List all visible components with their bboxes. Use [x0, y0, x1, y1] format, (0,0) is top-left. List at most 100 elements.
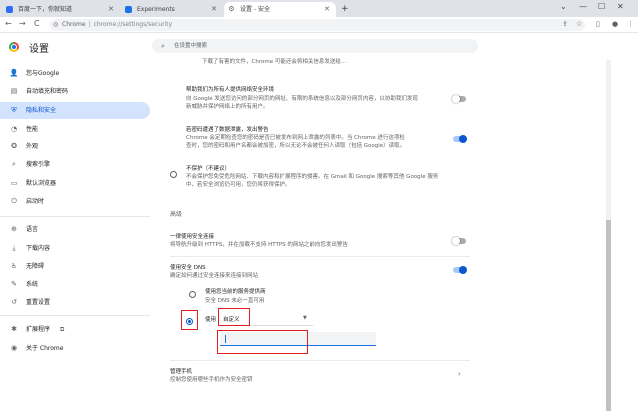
secure-dns-desc: 确定如何通过安全连接来连接到网站: [170, 273, 259, 279]
tab-settings-security[interactable]: ⚙ 设置 - 安全 ✕: [224, 2, 336, 17]
address-bar[interactable]: ◎ Chrome | chrome://settings/security: [50, 19, 585, 31]
sidebar-item-privacy[interactable]: ⛨ 隐私和安全: [0, 102, 150, 119]
close-tab-icon[interactable]: ✕: [324, 2, 330, 17]
maximize-icon[interactable]: ☐: [598, 0, 605, 14]
experiments-icon: [125, 6, 132, 13]
manage-phones-title[interactable]: 管理手机: [170, 368, 192, 376]
share-icon[interactable]: ⇪: [562, 20, 568, 28]
url-text: chrome://settings/security: [93, 21, 173, 28]
menu-icon[interactable]: ⋮: [627, 20, 634, 28]
baidu-paw-icon: [6, 6, 13, 13]
current-provider-radio[interactable]: [189, 291, 196, 298]
sidebar-item-extensions[interactable]: ✱ 扩展程序 ⧉: [0, 321, 150, 338]
scrollbar-thumb[interactable]: [606, 220, 611, 411]
gauge-icon: ◔: [10, 125, 18, 133]
current-provider-desc: 安全 DNS 未必一直可用: [205, 298, 265, 304]
sidebar-item-you-and-google[interactable]: 👤 您与Google: [0, 65, 150, 82]
divider: [170, 256, 470, 257]
https-toggle[interactable]: [452, 237, 466, 245]
sidebar-item-on-startup[interactable]: ⏻ 启动时: [0, 193, 150, 210]
settings-search-input[interactable]: ⌕ 在设置中搜索: [152, 39, 478, 53]
site-label: Chrome: [62, 21, 86, 28]
sidebar-item-performance[interactable]: ◔ 性能: [0, 121, 150, 138]
close-tab-icon[interactable]: ✕: [211, 2, 217, 17]
password-leak-title: 若密码遭遇了数据泄露，发出警告: [186, 127, 269, 133]
browser-icon: ▭: [10, 179, 18, 187]
shield-icon: ⛨: [11, 106, 17, 114]
forward-icon[interactable]: →: [19, 19, 26, 28]
search-icon: ⌕: [12, 160, 16, 168]
power-icon: ⏻: [11, 197, 17, 205]
tab-label: 百度一下，你就知道: [18, 6, 73, 13]
divider: [170, 360, 470, 361]
tab-label: Experiments: [137, 6, 175, 13]
side-panel-icon[interactable]: ▯: [596, 20, 600, 28]
help-secure-desc-2: 新威胁并保护网络上的所有用户。: [186, 104, 269, 110]
help-secure-toggle[interactable]: [452, 95, 466, 103]
password-leak-toggle[interactable]: [453, 135, 467, 143]
globe-icon: ⊕: [11, 225, 17, 233]
no-protection-desc-2: 中，若安全浏览仍可用，您仍将获得保护。: [186, 182, 291, 188]
no-protection-title: 不保护（不建议）: [186, 166, 231, 172]
tab-label: 设置 - 安全: [240, 6, 270, 13]
close-tab-icon[interactable]: ✕: [108, 2, 114, 17]
tab-search-icon[interactable]: ⌄: [560, 0, 567, 14]
gear-icon: ⚙: [228, 5, 235, 13]
puzzle-icon: ✱: [11, 325, 17, 333]
close-window-icon[interactable]: ✕: [617, 0, 624, 14]
no-protection-radio[interactable]: [170, 171, 177, 178]
sidebar-divider: [0, 315, 150, 316]
sidebar-divider: [0, 216, 150, 217]
manage-phones-desc: 控制您使用哪些手机作为安全密钥: [170, 377, 253, 383]
https-title: 一律使用安全连接: [170, 234, 215, 240]
sidebar-item-search-engine[interactable]: ⌕ 搜索引擎: [0, 156, 150, 173]
download-icon: ⤓: [12, 244, 16, 252]
clipboard-icon: ▤: [10, 87, 18, 95]
chrome-icon: ◉: [10, 344, 18, 352]
advanced-heading: 高级: [170, 211, 183, 218]
new-tab-button[interactable]: +: [338, 2, 352, 17]
current-provider-title: 使用您当前的服务提供商: [205, 289, 266, 295]
help-secure-title: 帮助我们为所有人提供网络安全环境: [186, 87, 275, 93]
secure-dns-toggle[interactable]: [453, 266, 467, 274]
wrench-icon: ✎: [11, 280, 17, 288]
sidebar-item-system[interactable]: ✎ 系统: [0, 276, 150, 293]
security-settings-card: [163, 60, 607, 411]
https-desc: 将导航升级到 HTTPS，并在加载不支持 HTTPS 的网站之前向您发出警告: [170, 242, 348, 248]
palette-icon: ✪: [11, 142, 17, 150]
secure-dns-title: 使用安全 DNS: [170, 265, 206, 271]
reset-icon: ↺: [11, 298, 17, 306]
profile-icon[interactable]: ●: [612, 20, 618, 28]
sidebar-item-default-browser[interactable]: ▭ 默认浏览器: [0, 175, 150, 192]
sidebar-item-downloads[interactable]: ⤓ 下载内容: [0, 240, 150, 257]
reload-icon[interactable]: C: [34, 19, 40, 28]
external-link-icon: ⧉: [60, 326, 65, 333]
dropdown-arrow-icon: ▼: [303, 315, 307, 321]
password-leak-desc: Chrome 会定期检查您的密码是否已被发布到网上泄露的列表中。当 Chrome…: [186, 135, 405, 141]
password-leak-desc-2: 查时，您的密码和用户名都会被加密，所以无论不会被任何人读取（包括 Google）…: [186, 143, 406, 149]
bookmark-star-icon[interactable]: ☆: [576, 20, 582, 28]
back-icon[interactable]: ←: [5, 19, 12, 28]
sidebar-item-reset[interactable]: ↺ 重置设置: [0, 294, 150, 311]
highlight-box-select: [218, 308, 250, 326]
sidebar-item-accessibility[interactable]: ♿ 无障碍: [0, 258, 150, 275]
help-secure-desc: 向 Google 发送您访问的部分网页的网址、有限的系统信息以及部分网页内容，以…: [186, 96, 418, 102]
no-protection-desc: 不会保护您免受危险网站、下载内容和扩展程序的侵害。在 Gmail 和 Googl…: [186, 174, 439, 180]
page-title: 设置: [29, 44, 49, 55]
search-icon: ⌕: [161, 42, 165, 50]
sidebar-item-languages[interactable]: ⊕ 语言: [0, 221, 150, 238]
chrome-logo-icon: [9, 42, 19, 52]
minimize-icon[interactable]: —: [579, 0, 587, 14]
use-label: 使用: [205, 317, 217, 323]
sidebar-item-autofill[interactable]: ▤ 自动填充和密码: [0, 83, 150, 100]
chevron-right-icon[interactable]: ›: [458, 370, 461, 378]
sidebar-item-appearance[interactable]: ✪ 外观: [0, 138, 150, 155]
person-icon: 👤: [9, 69, 19, 77]
truncated-description: 下载了有害的文件，Chrome 可能还会将相关信息发送给…: [202, 59, 347, 65]
accessibility-icon: ♿: [10, 262, 18, 270]
highlight-box-input: [217, 330, 308, 354]
tab-experiments[interactable]: Experiments ✕: [121, 2, 223, 17]
sidebar-item-about-chrome[interactable]: ◉ 关于 Chrome: [0, 340, 150, 357]
tab-baidu[interactable]: 百度一下，你就知道 ✕: [2, 2, 120, 17]
chrome-icon: ◎: [53, 21, 59, 28]
